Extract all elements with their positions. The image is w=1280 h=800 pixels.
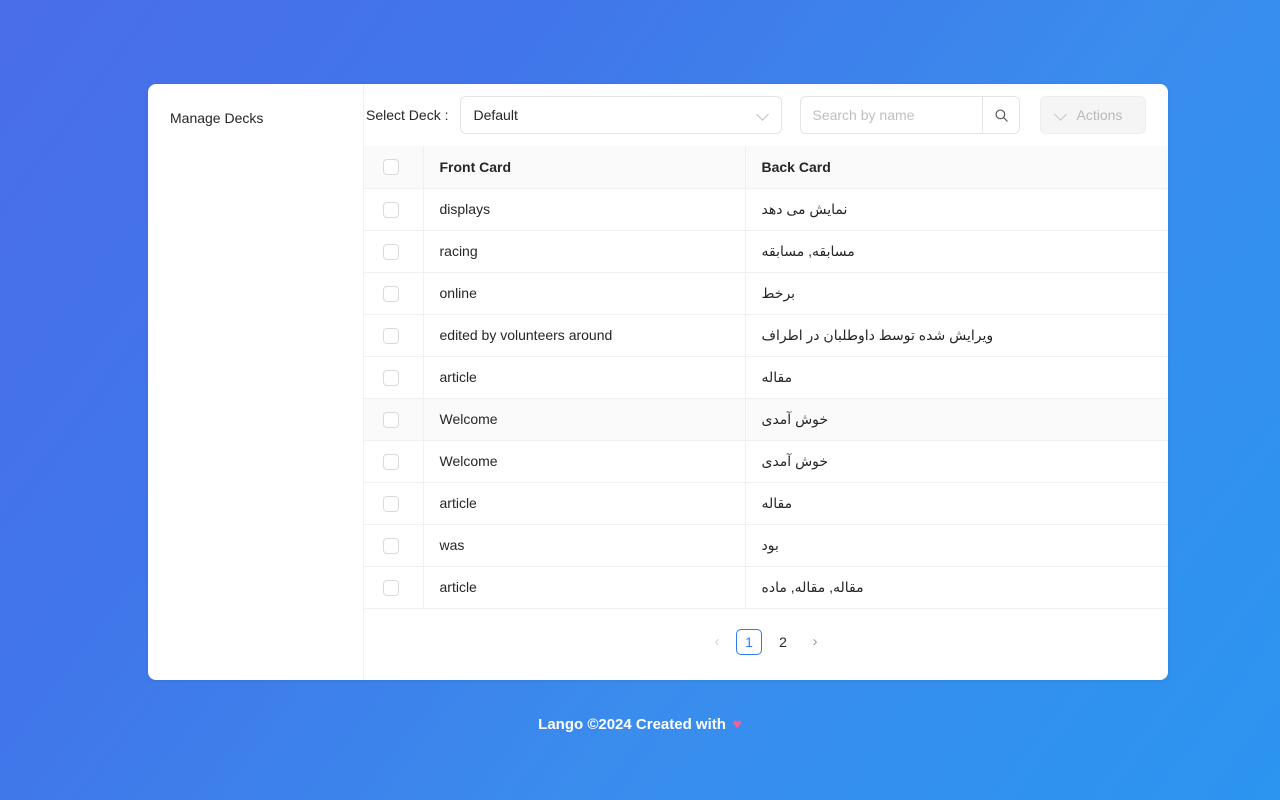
row-select-cell xyxy=(364,566,423,609)
table-header: Front Card Back Card xyxy=(364,146,1168,189)
row-select-cell xyxy=(364,188,423,231)
row-checkbox[interactable] xyxy=(383,243,399,260)
column-header-back-card[interactable]: Back Card xyxy=(744,146,1168,189)
row-checkbox[interactable] xyxy=(383,411,399,428)
back-card-cell: خوش آمدی xyxy=(744,398,1168,441)
table-row[interactable]: online برخط xyxy=(364,272,1168,315)
select-deck-label: Select Deck : xyxy=(366,107,449,123)
pagination-next-button[interactable]: › xyxy=(804,629,826,655)
pagination: ‹ 1 2 › xyxy=(364,609,1168,675)
back-card-text: مقاله xyxy=(761,368,793,385)
search-input[interactable] xyxy=(800,96,983,134)
pagination-prev-button[interactable]: ‹ xyxy=(706,629,728,655)
row-checkbox[interactable] xyxy=(383,537,399,554)
back-card-text: نمایش می دهد xyxy=(761,200,848,217)
row-select-cell xyxy=(364,314,423,357)
table-row[interactable]: Welcome خوش آمدی xyxy=(364,398,1168,441)
footer-text: Lango ©2024 Created with xyxy=(538,716,726,733)
footer: Lango ©2024 Created with ♥ xyxy=(0,716,1280,733)
back-card-text: مسابقه, مسابقه xyxy=(761,242,855,259)
actions-button-label: Actions xyxy=(1076,107,1123,123)
back-card-cell: ویرایش شده توسط داوطلبان در اطراف xyxy=(744,314,1168,357)
heart-icon: ♥ xyxy=(732,716,742,733)
table-row[interactable]: displays نمایش می دهد xyxy=(364,188,1168,231)
search-icon xyxy=(995,108,1008,122)
deck-select-value: Default xyxy=(473,107,518,123)
back-card-cell: مقاله xyxy=(744,356,1168,399)
search-button[interactable] xyxy=(982,96,1021,134)
table-row[interactable]: article مقاله xyxy=(364,482,1168,525)
manage-decks-card: Manage Decks Select Deck : Default Searc… xyxy=(148,84,1168,680)
row-checkbox[interactable] xyxy=(383,369,399,386)
row-checkbox[interactable] xyxy=(383,453,399,470)
chevron-down-icon xyxy=(757,109,769,121)
chevron-down-icon xyxy=(1055,109,1067,121)
front-card-cell: was xyxy=(422,524,745,567)
row-select-cell xyxy=(364,230,423,273)
select-all-header xyxy=(364,146,423,189)
back-card-text: مقاله, مقاله, ماده xyxy=(761,578,864,595)
table-row[interactable]: Welcome خوش آمدی xyxy=(364,440,1168,483)
select-all-checkbox[interactable] xyxy=(383,159,399,176)
front-card-cell: Welcome xyxy=(422,440,745,483)
back-card-cell: مقاله, مقاله, ماده xyxy=(744,566,1168,609)
row-checkbox[interactable] xyxy=(383,495,399,512)
table-row[interactable]: article مقاله xyxy=(364,356,1168,399)
row-checkbox[interactable] xyxy=(383,201,399,218)
row-select-cell xyxy=(364,524,423,567)
back-card-text: بود xyxy=(761,536,779,553)
row-select-cell xyxy=(364,398,423,441)
front-card-cell: racing xyxy=(422,230,745,273)
table-row[interactable]: racing مسابقه, مسابقه xyxy=(364,230,1168,273)
back-card-text: مقاله xyxy=(761,494,793,511)
front-card-cell: article xyxy=(422,356,745,399)
back-card-cell: نمایش می دهد xyxy=(744,188,1168,231)
back-card-text: ویرایش شده توسط داوطلبان در اطراف xyxy=(761,326,994,343)
back-card-text: خوش آمدی xyxy=(761,452,829,469)
row-select-cell xyxy=(364,272,423,315)
content-area: Select Deck : Default Actions xyxy=(364,84,1168,680)
back-card-cell: مسابقه, مسابقه xyxy=(744,230,1168,273)
front-card-cell: article xyxy=(422,482,745,525)
sidebar-title: Manage Decks xyxy=(170,110,264,126)
front-card-cell: article xyxy=(422,566,745,609)
front-card-cell: displays xyxy=(422,188,745,231)
cards-table: Front Card Back Card displays نمایش می ده… xyxy=(364,146,1168,609)
table-body: displays نمایش می دهد racing مسابقه, مسابقه… xyxy=(364,188,1168,609)
cards-table-wrap: Front Card Back Card displays نمایش می ده… xyxy=(364,146,1168,680)
table-header-row: Front Card Back Card xyxy=(364,146,1168,189)
back-card-text: برخط xyxy=(761,284,796,301)
row-checkbox[interactable] xyxy=(383,327,399,344)
deck-select[interactable]: Default xyxy=(460,96,783,134)
table-row[interactable]: was بود xyxy=(364,524,1168,567)
back-card-cell: خوش آمدی xyxy=(744,440,1168,483)
row-select-cell xyxy=(364,482,423,525)
front-card-cell: Welcome xyxy=(422,398,745,441)
row-checkbox[interactable] xyxy=(383,285,399,302)
back-card-text: خوش آمدی xyxy=(761,410,829,427)
table-row[interactable]: edited by volunteers around ویرایش شده تو… xyxy=(364,314,1168,357)
row-select-cell xyxy=(364,356,423,399)
sidebar: Manage Decks xyxy=(148,84,364,680)
back-card-cell: بود xyxy=(744,524,1168,567)
front-card-cell: edited by volunteers around xyxy=(422,314,745,357)
back-card-cell: برخط xyxy=(744,272,1168,315)
table-row[interactable]: article مقاله, مقاله, ماده xyxy=(364,566,1168,609)
search-group xyxy=(800,96,1021,134)
toolbar: Select Deck : Default Actions xyxy=(364,84,1168,146)
pagination-page-2[interactable]: 2 xyxy=(770,629,796,655)
pagination-page-1[interactable]: 1 xyxy=(736,628,762,655)
row-select-cell xyxy=(364,440,423,483)
column-header-front-card[interactable]: Front Card xyxy=(422,146,745,189)
actions-button[interactable]: Actions xyxy=(1040,96,1147,134)
back-card-cell: مقاله xyxy=(744,482,1168,525)
front-card-cell: online xyxy=(422,272,745,315)
row-checkbox[interactable] xyxy=(383,579,399,596)
